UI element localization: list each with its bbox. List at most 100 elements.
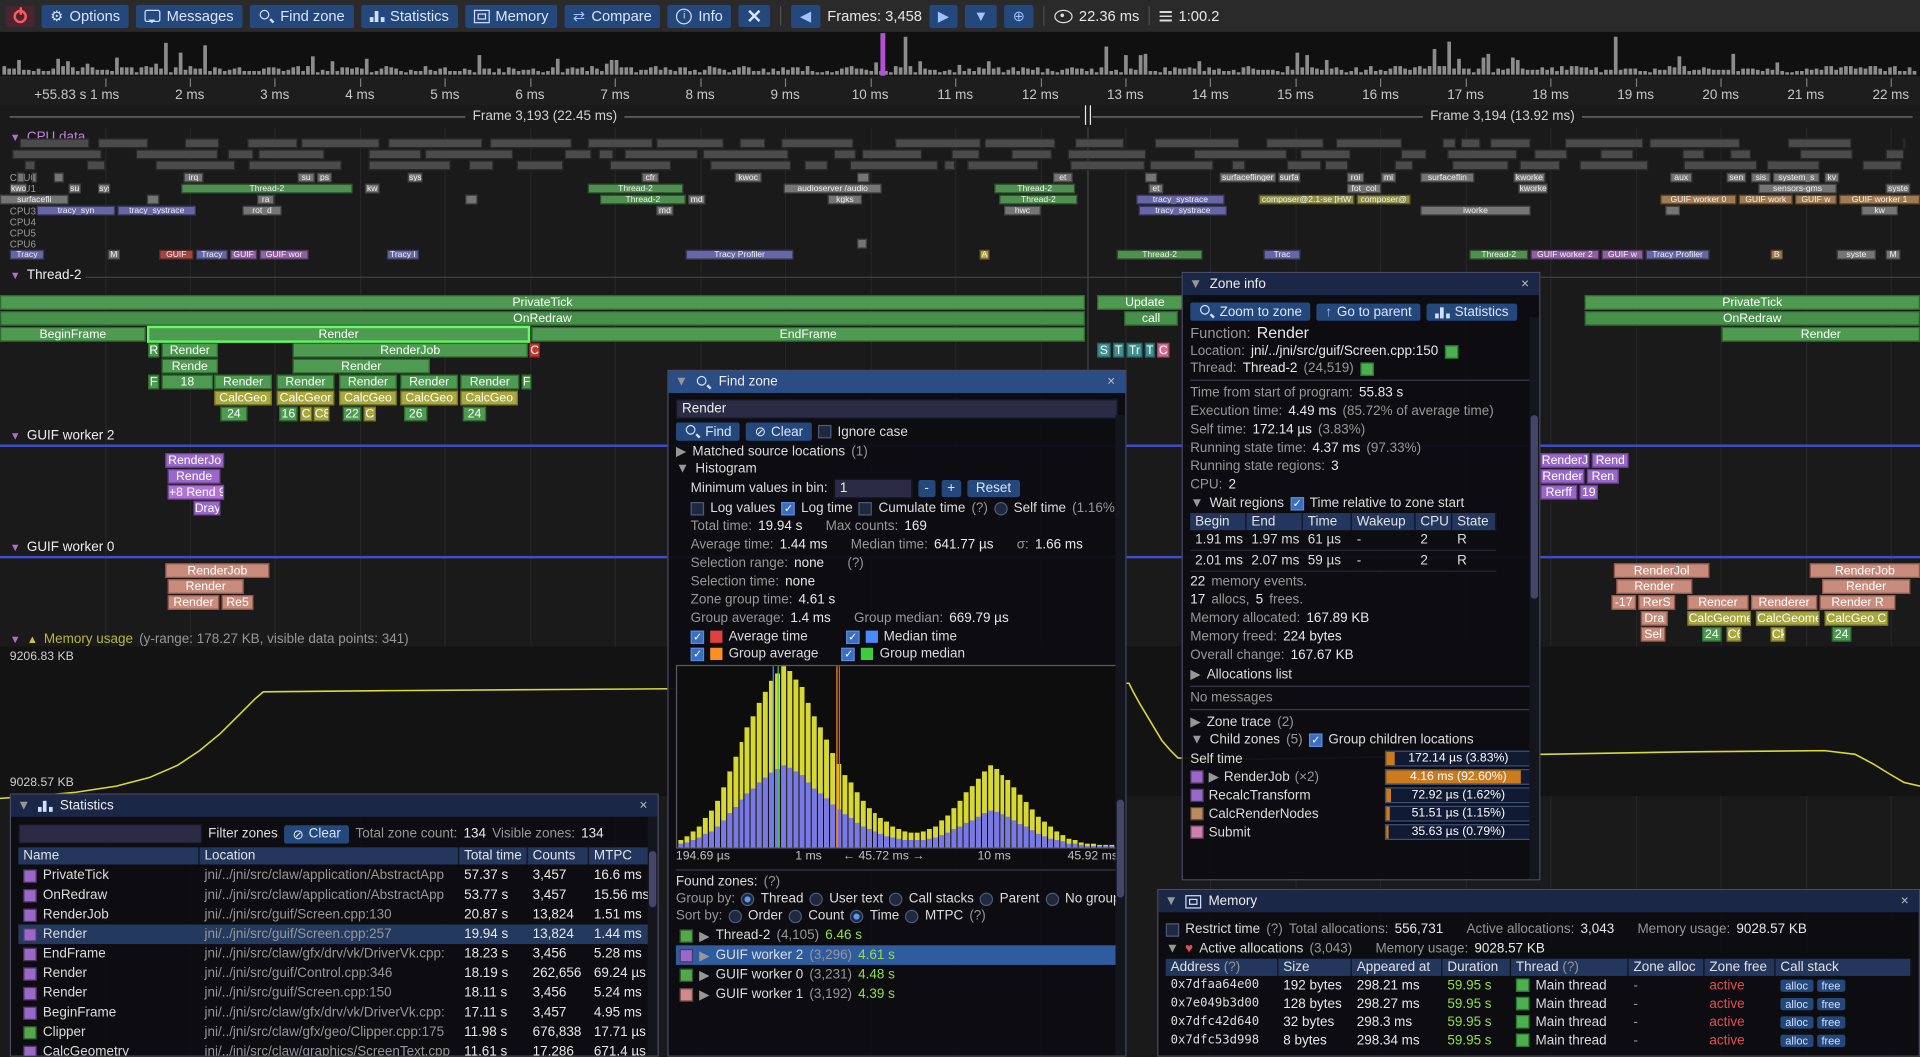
timeline-zone[interactable]: PrivateTick [0,295,1085,310]
reset-button[interactable]: Reset [967,480,1019,497]
timeline-zone[interactable]: Ck [1771,627,1786,642]
histogram-bar[interactable] [872,813,877,847]
timeline-zone[interactable]: Sel [1641,627,1665,642]
histogram-bar[interactable] [733,756,738,847]
histogram-bar[interactable] [757,703,762,848]
timeline-zone[interactable]: F [522,375,532,390]
call-stack-button[interactable]: free [1817,997,1846,1009]
log-values-checkbox[interactable] [691,501,704,514]
options-button[interactable]: ⚙Options [42,4,129,27]
timeline-zone[interactable]: Re5 [222,595,254,610]
collapse-icon[interactable]: ▶ [1190,666,1200,682]
histogram-bar[interactable] [739,742,744,847]
found-zone-group[interactable]: ▶GUIF worker 0(3,231)4.48 s [676,965,1118,985]
histogram-bar[interactable] [818,727,823,847]
alloc-col-header[interactable]: Call stack [1776,959,1912,976]
zone-trace-label[interactable]: Zone trace [1207,714,1271,729]
timeline-zone[interactable]: CalcGeo [400,391,458,406]
timeline-zone[interactable]: T [1113,343,1124,358]
timeline-zone[interactable]: Render [168,579,244,594]
timeline-zone[interactable]: call [1124,311,1178,326]
histogram-bar[interactable] [721,787,726,847]
col-name[interactable]: Name [18,847,199,864]
found-zone-group[interactable]: ▶Thread-2(4,105)6.46 s [676,926,1118,946]
child-zone-row[interactable]: Submit35.63 µs (0.79%) [1190,823,1532,841]
timeline-zone[interactable]: Render [1540,469,1584,484]
prev-frame-button[interactable]: ◀ [791,4,819,27]
timeline-zone[interactable]: 22 [343,407,361,422]
allocation-row[interactable]: 0x7dfc42d64032 bytes298.3 ms59.95 sMain … [1166,1013,1912,1031]
collapse-icon[interactable]: ▶ [699,967,709,983]
histogram-bar[interactable] [781,666,786,847]
collapse-icon[interactable]: ▼ [675,375,688,390]
histogram-bar[interactable] [866,808,871,848]
histogram-bar[interactable] [903,831,908,847]
histogram-bar[interactable] [897,829,902,847]
median-time-checkbox[interactable] [846,630,859,643]
statistics-row[interactable]: Renderjni/../jni/src/guif/Screen.cpp:150… [18,983,650,1003]
histogram-bar[interactable] [976,779,981,848]
timeline-zone[interactable]: PrivateTick [1584,295,1920,310]
statistics-row[interactable]: RenderJobjni/../jni/src/guif/Screen.cpp:… [18,905,650,925]
wait-col-header[interactable]: CPU [1416,513,1453,530]
sort-by-order-radio[interactable] [728,909,741,922]
histogram-bar[interactable] [1012,787,1017,847]
histogram-bar[interactable] [1073,840,1078,847]
histogram-bar[interactable] [812,717,817,848]
timeline-zone[interactable]: C6 [1727,627,1742,642]
histogram-bar[interactable] [1000,775,1005,848]
timeline-zone[interactable]: 19 [1580,485,1598,500]
source-location-swatch[interactable] [1444,345,1457,358]
memory-button[interactable]: Memory [465,4,557,27]
collapse-icon[interactable]: ▼ [1189,277,1202,292]
histogram-bar[interactable] [988,766,993,848]
alloc-col-header[interactable]: Zone free [1704,959,1775,976]
call-stack-button[interactable]: alloc [1780,997,1812,1009]
find-zone-titlebar[interactable]: ▼ Find zone × [669,371,1126,393]
histogram-bar[interactable] [879,818,884,847]
histogram-bar[interactable] [854,793,859,848]
col-location[interactable]: Location [200,847,460,864]
collapse-icon[interactable]: ▼ [676,462,689,477]
thread-swatch[interactable] [1360,362,1373,375]
sort-by-time-radio[interactable] [850,909,863,922]
collapse-icon[interactable]: ▶ [1209,769,1219,785]
timeline-zone[interactable]: Render [1822,579,1910,594]
histogram-bar[interactable] [806,703,811,848]
timeline-zone[interactable]: CalcGeo [214,391,272,406]
allocation-row[interactable]: 0x7e049b3d00128 bytes298.27 ms59.95 sMai… [1166,994,1912,1012]
timeline-zone[interactable]: Rend [1592,453,1629,468]
timeline-zone[interactable]: RenderJob [1810,563,1920,578]
timeline-zone[interactable]: Render [277,375,335,390]
call-stack-button[interactable]: free [1817,979,1846,991]
child-zone-row[interactable]: ▶RenderJob(×2)4.16 ms (92.60%) [1190,768,1532,786]
histogram-bar[interactable] [697,826,702,847]
alloc-col-header[interactable]: Address (?) [1166,959,1279,976]
collapse-icon[interactable]: ▶ [699,986,709,1002]
histogram-bar[interactable] [763,692,768,847]
filter-zones-input[interactable] [18,824,202,844]
power-button[interactable] [6,6,34,27]
statistics-titlebar[interactable]: ▼ Statistics × [11,795,658,817]
histogram-bar[interactable] [842,775,847,848]
timeline-zone[interactable]: Render R [1820,595,1896,610]
zone-info-titlebar[interactable]: ▼ Zone info × [1183,273,1539,295]
group-by-usertext-radio[interactable] [810,892,823,905]
timeline-zone[interactable]: S [1097,343,1110,358]
collapse-icon[interactable]: ▼ [1190,732,1203,747]
timeline-zone[interactable]: RenderJo [165,453,224,468]
call-stack-button[interactable]: free [1817,1016,1846,1028]
min-bin-input[interactable]: 1 [834,479,912,499]
collapse-icon[interactable]: ▼ [1164,894,1177,909]
timeline-zone[interactable]: Ren [1587,469,1619,484]
timeline-zone[interactable]: C [300,407,312,422]
call-stack-button[interactable]: free [1817,1034,1846,1046]
memory-titlebar[interactable]: ▼ Memory × [1158,890,1918,912]
group-median-checkbox[interactable] [842,647,855,660]
timeline-zone[interactable]: Render [339,375,397,390]
histogram-bar[interactable] [727,771,732,847]
timeline-zone[interactable]: BeginFrame [0,327,146,342]
group-average-checkbox[interactable] [691,647,704,660]
zoom-to-zone-button[interactable]: Zoom to zone [1190,302,1310,320]
close-icon[interactable]: × [1103,375,1119,390]
